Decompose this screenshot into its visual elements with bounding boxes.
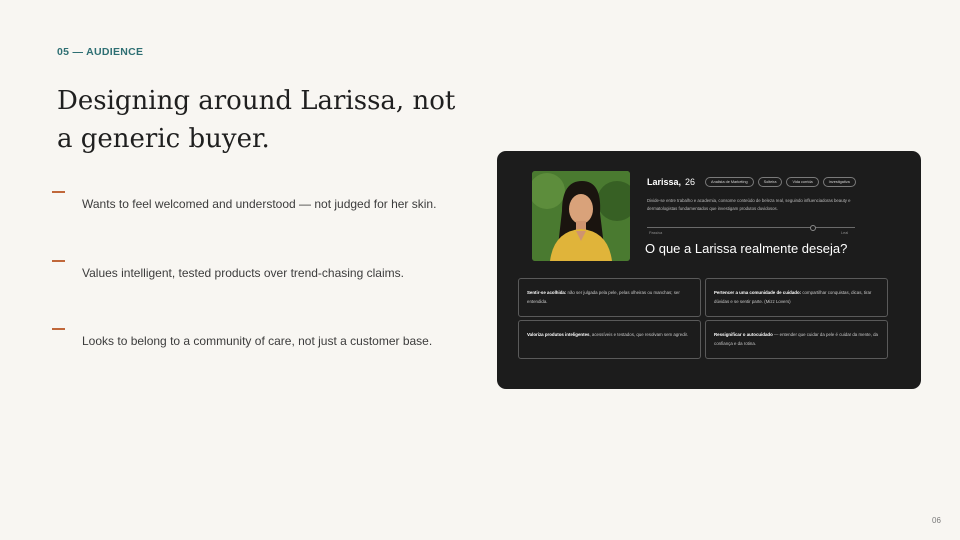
desire-text: , acessíveis e testados, que resolvam se… xyxy=(589,332,689,337)
desire-title: Ressignificar o autocuidado xyxy=(714,332,773,337)
desire-title: Pertencer a uma comunidade de cuidado: xyxy=(714,290,802,295)
persona-photo xyxy=(532,171,630,261)
bullet-text: Wants to feel welcomed and understood — … xyxy=(82,197,437,211)
dash-icon xyxy=(52,191,65,193)
persona-card: Larissa, 26 Analista de Marketing Soltei… xyxy=(497,151,921,389)
desire-box: Sentir-se acolhida: não ser julgada pela… xyxy=(518,278,701,317)
slider-right-label: Leal xyxy=(841,231,849,235)
persona-question: O que a Larissa realmente deseja? xyxy=(645,241,848,256)
dash-icon xyxy=(52,328,65,330)
persona-age: 26 xyxy=(685,177,696,187)
persona-tag: Solteira xyxy=(757,177,783,187)
bullet-text: Looks to belong to a community of care, … xyxy=(82,334,433,348)
loyalty-slider-thumb xyxy=(810,225,817,231)
persona-bio: Divide-se entre trabalho e academia, con… xyxy=(647,198,851,211)
section-label: 05 — AUDIENCE xyxy=(57,46,144,58)
desire-box: Valoriza produtos inteligentes, acessíve… xyxy=(518,320,701,359)
slider-left-label: Passiva xyxy=(649,231,663,235)
persona-tag: Investigativa xyxy=(822,177,856,187)
persona-name: Larissa, xyxy=(647,177,682,187)
persona-tag: Analista de Marketing xyxy=(705,177,754,187)
desire-box: Ressignificar o autocuidado — entender q… xyxy=(705,320,888,359)
page-number: 06 xyxy=(932,516,941,525)
desire-title: Sentir-se acolhida: xyxy=(527,290,567,295)
slide-title: Designing around Larissa, not a generic … xyxy=(57,86,456,154)
persona-tag: Vida corrida xyxy=(786,177,819,187)
persona-header: Larissa, 26 Analista de Marketing Soltei… xyxy=(647,175,856,189)
dash-icon xyxy=(52,260,65,262)
bullet-text: Values intelligent, tested products over… xyxy=(82,266,404,280)
desire-box: Pertencer a uma comunidade de cuidado: c… xyxy=(705,278,888,317)
desire-title: Valoriza produtos inteligentes xyxy=(527,332,590,337)
loyalty-slider-track xyxy=(647,227,855,228)
